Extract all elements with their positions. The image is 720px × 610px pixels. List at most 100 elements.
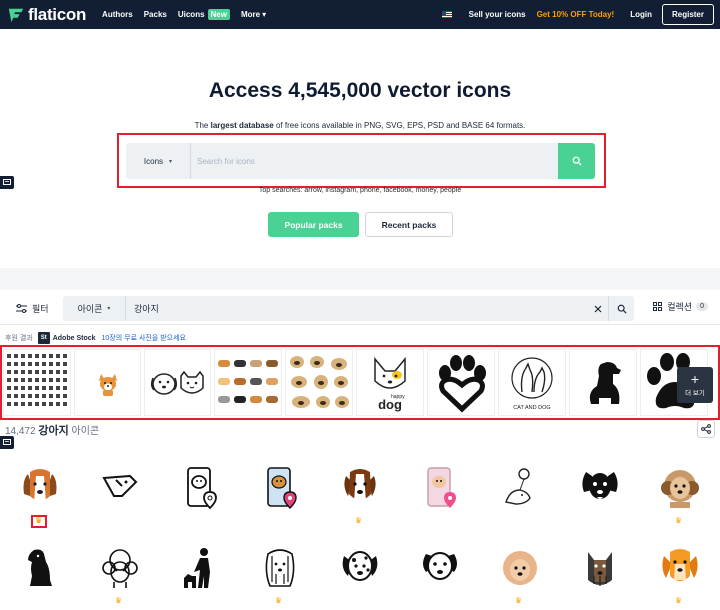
dog-silhouette-graphic <box>589 361 621 404</box>
line-dog-icon[interactable] <box>85 466 155 526</box>
feedback-tab[interactable] <box>0 176 14 189</box>
new-badge: New <box>207 9 230 20</box>
nav-more[interactable]: More ▾ <box>241 10 266 19</box>
yorkie-graphic <box>588 552 612 586</box>
sponsored-strip: happy dog CAT AND DOG <box>3 349 717 416</box>
paw-heart-graphic <box>439 354 486 412</box>
sliders-icon <box>16 303 27 313</box>
nav-authors[interactable]: Authors <box>102 10 133 19</box>
poodle-line-graphic <box>102 549 138 588</box>
dog-cat-faces-image[interactable] <box>144 349 211 416</box>
login-button[interactable]: Login <box>630 10 652 19</box>
nav-packs[interactable]: Packs <box>144 10 167 19</box>
section-divider <box>0 268 720 290</box>
results-query: 강아지 <box>38 425 69 437</box>
pugs-image[interactable] <box>285 349 353 416</box>
premium-crown-icon: ♛ <box>35 516 43 525</box>
bernese-graphic <box>344 469 376 502</box>
results-type-dropdown[interactable]: 아이콘 ▾ <box>63 296 126 321</box>
chat-icon <box>3 179 11 185</box>
recent-packs-button[interactable]: Recent packs <box>365 212 453 237</box>
pugs-graphic <box>290 355 349 408</box>
beagle-graphic <box>23 469 57 508</box>
happy-dog-image[interactable]: happy dog <box>356 349 424 416</box>
premium-crown-icon: ♛ <box>355 516 363 525</box>
clear-search-button[interactable] <box>588 305 608 313</box>
search-icon <box>572 156 582 166</box>
dog-location-phone-icon[interactable] <box>245 466 315 526</box>
feedback-tab-2[interactable] <box>0 436 14 449</box>
dog-app-phone-graphic <box>427 467 456 508</box>
cat-and-dog-text: CAT AND DOG <box>513 405 550 411</box>
search-icon <box>617 304 627 314</box>
sitting-dog-icon[interactable] <box>5 546 75 606</box>
nav-more-label: More <box>240 10 261 19</box>
share-icon <box>701 424 711 434</box>
yorkie-icon[interactable] <box>565 546 635 606</box>
sell-icons-link[interactable]: Sell your icons <box>469 10 526 19</box>
long-hair-dog-graphic <box>265 549 295 587</box>
corgi-image[interactable] <box>74 349 141 416</box>
filter-label: 필터 <box>32 303 49 314</box>
chat-icon <box>3 439 11 445</box>
popular-packs-button[interactable]: Popular packs <box>268 212 359 237</box>
line-dog-graphic <box>102 474 138 497</box>
header-actions: Sell your icons Get 10% OFF Today! Login… <box>441 0 714 29</box>
paw-heart-image[interactable] <box>427 349 495 416</box>
results-search-button[interactable] <box>608 296 634 321</box>
hero-subtitle: The largest database of free icons avail… <box>0 121 720 130</box>
dog-cat-graphic <box>150 370 204 395</box>
hero-search-bar: Icons ▾ <box>126 143 595 179</box>
flaticon-logo-icon <box>8 8 24 22</box>
hero-title: Access 4,545,000 vector icons <box>208 79 512 102</box>
black-dog-face-graphic <box>582 472 618 500</box>
hero-search-input[interactable] <box>191 143 558 179</box>
corgi-graphic <box>98 373 117 396</box>
flaticon-logo[interactable]: flaticon <box>7 5 86 25</box>
premium-crown-icon: ♛ <box>115 596 123 605</box>
results-search-bar: 아이콘 ▾ 강아지 <box>63 296 634 321</box>
dog-face-outline-icon[interactable] <box>405 546 475 606</box>
us-flag-icon[interactable] <box>441 11 452 18</box>
dog-silhouette-image[interactable] <box>569 349 637 416</box>
hero-search-button[interactable] <box>558 143 595 179</box>
search-type-dropdown[interactable]: Icons ▾ <box>126 143 191 179</box>
dog-gps-phone-icon[interactable] <box>165 466 235 526</box>
dog-balloon-icon[interactable] <box>485 466 555 526</box>
top-navigation: flaticon Authors Packs Uicons New More ▾ S… <box>0 0 720 29</box>
happy-dog-big-text: dog <box>378 397 402 412</box>
dog-face-outline-graphic <box>423 552 457 580</box>
spotted-dog-icon[interactable] <box>325 546 395 606</box>
results-search-input[interactable]: 강아지 <box>126 302 588 315</box>
filter-button[interactable]: 필터 <box>16 302 49 315</box>
plus-icon: + <box>690 371 700 387</box>
collection-label: 컬렉션 <box>667 302 693 312</box>
main-nav: Authors Packs Uicons New More ▾ <box>102 9 266 20</box>
cat-and-dog-image[interactable]: CAT AND DOG <box>498 349 566 416</box>
icon-sheet-image[interactable] <box>3 349 71 416</box>
sitting-dog-graphic <box>28 549 52 586</box>
register-button[interactable]: Register <box>661 4 714 25</box>
spotted-dog-graphic <box>342 551 378 581</box>
orange-dog-graphic <box>662 549 698 581</box>
dog-gps-phone-graphic <box>187 467 217 510</box>
logo-text: flaticon <box>28 4 87 24</box>
results-suffix: 아이콘 <box>71 426 100 437</box>
dog-breeds-graphic <box>218 359 278 403</box>
nav-uicons[interactable]: Uicons New <box>178 9 230 20</box>
icon-sheet-graphic <box>7 353 67 406</box>
subtitle-bold: largest database <box>210 121 274 130</box>
dog-breeds-image[interactable] <box>214 349 282 416</box>
promo-link[interactable]: Get 10% OFF Today! <box>537 10 615 19</box>
premium-crown-icon: ♛ <box>515 596 523 605</box>
close-icon <box>594 305 602 312</box>
more-label: 더 보기 <box>685 390 705 397</box>
black-dog-face-icon[interactable] <box>565 466 635 526</box>
collection-button[interactable]: 컬렉션 0 <box>653 300 708 313</box>
person-dog-icon[interactable] <box>165 546 235 606</box>
dog-app-phone-icon[interactable] <box>405 466 475 526</box>
share-button[interactable] <box>697 420 715 438</box>
free-photos-link[interactable]: 10장의 무료 사진을 받으세요 <box>102 333 186 343</box>
chevron-down-icon: ▾ <box>107 306 111 312</box>
more-button[interactable]: + 더 보기 <box>677 367 713 403</box>
